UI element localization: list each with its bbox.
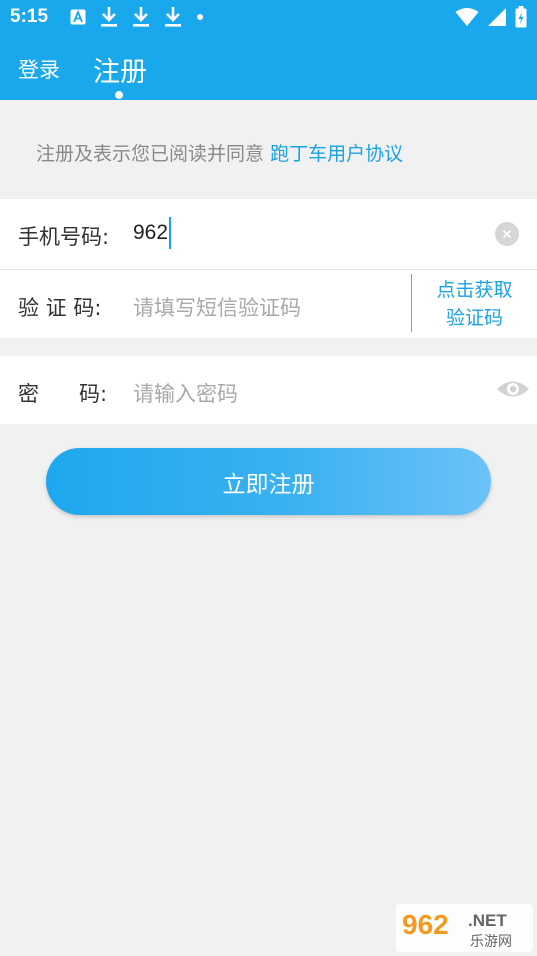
wifi-icon <box>455 8 479 26</box>
register-button[interactable]: 立即注册 <box>46 448 491 515</box>
tab-register[interactable]: 注册 <box>93 50 147 89</box>
svg-text:乐游网: 乐游网 <box>470 934 512 950</box>
clear-icon[interactable] <box>495 222 519 246</box>
signal-icon <box>488 8 506 26</box>
text-caret <box>169 217 171 249</box>
password-label: 密 码: <box>18 382 108 406</box>
user-agreement-link[interactable]: 跑丁车用户协议 <box>270 143 403 165</box>
watermark-logo: 962 .NET 乐游网 <box>396 904 533 952</box>
verification-code-row: 验 证 码: 请填写短信验证码 点击获取 验证码 <box>0 270 537 338</box>
phone-input[interactable]: 962 <box>133 221 168 245</box>
get-code-button[interactable]: 点击获取 验证码 <box>412 270 537 338</box>
svg-text:.NET: .NET <box>468 911 507 930</box>
tab-indicator <box>115 91 123 99</box>
password-row: 密 码: 请输入密码 <box>0 356 537 424</box>
download-icon <box>165 7 181 27</box>
phone-row: 手机号码: 962 <box>0 199 537 269</box>
a-icon <box>70 9 86 25</box>
get-code-label-line1: 点击获取 <box>436 279 513 301</box>
verification-code-label: 验 证 码: <box>18 296 102 320</box>
phone-label: 手机号码: <box>18 225 110 249</box>
dot-icon <box>197 14 203 20</box>
download-icon <box>133 7 149 27</box>
get-code-label-line2: 验证码 <box>445 307 503 329</box>
download-icon <box>101 7 117 27</box>
agreement-notice: 注册及表示您已阅读并同意 跑丁车用户协议 <box>36 139 403 166</box>
battery-icon <box>515 6 527 28</box>
password-input[interactable]: 请输入密码 <box>133 378 238 408</box>
svg-text:962: 962 <box>402 909 449 940</box>
status-time: 5:15 <box>10 6 49 27</box>
header: 登录 注册 <box>0 36 537 100</box>
status-bar: 5:15 <box>0 0 537 36</box>
verification-code-input[interactable]: 请填写短信验证码 <box>133 292 301 322</box>
tab-login[interactable]: 登录 <box>18 54 60 84</box>
system-icons <box>455 6 527 28</box>
eye-icon[interactable] <box>495 376 531 402</box>
agreement-text: 注册及表示您已阅读并同意 <box>36 143 265 165</box>
notification-icons <box>70 6 204 28</box>
